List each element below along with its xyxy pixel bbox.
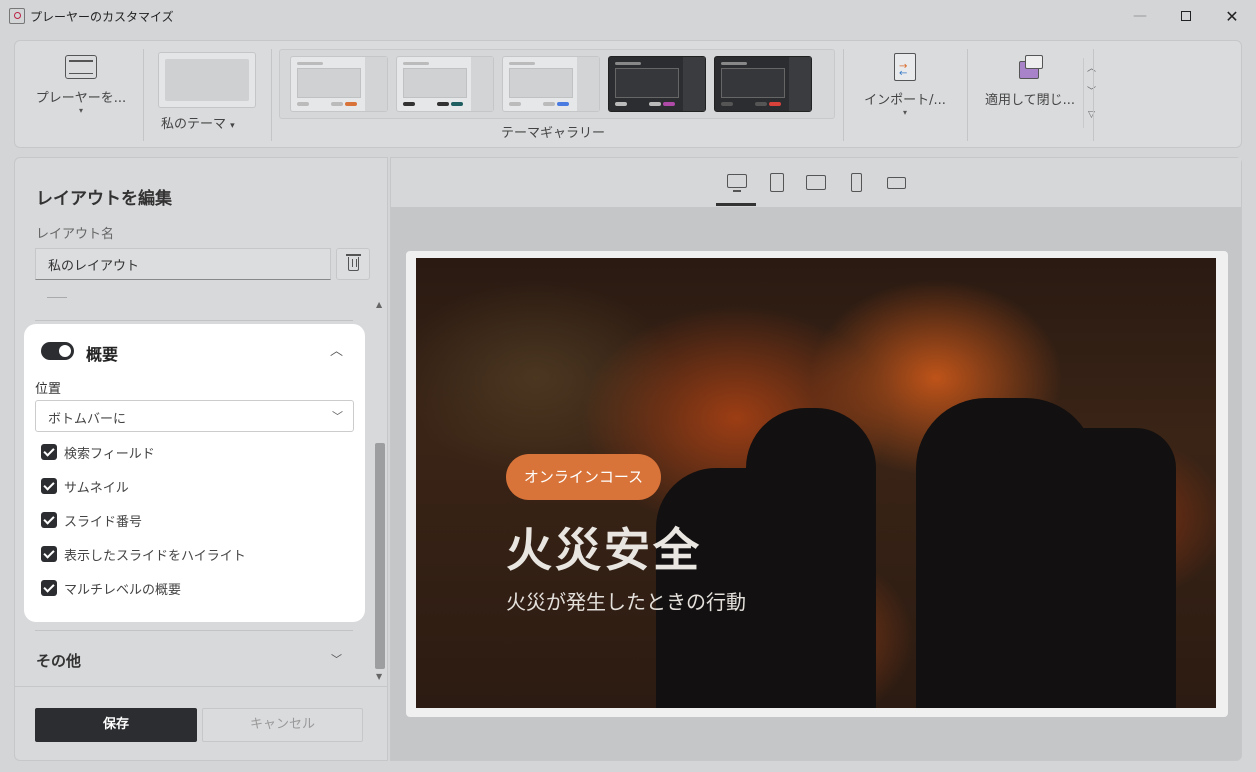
other-section-title[interactable]: その他 <box>36 650 81 671</box>
player-button-label: プレーヤーを... <box>35 91 127 106</box>
ribbon-separator <box>271 49 272 141</box>
app-icon <box>9 8 25 24</box>
phone-landscape-view-button[interactable] <box>884 172 910 194</box>
layout-name-label: レイアウト名 <box>36 227 115 242</box>
slide-preview-frame: オンラインコース 火災安全 火災が発生したときの行動 <box>406 251 1228 717</box>
trash-icon <box>346 254 361 271</box>
divider <box>35 320 353 321</box>
my-theme-label: 私のテーマ <box>161 117 227 132</box>
phone-portrait-view-button[interactable] <box>844 172 870 194</box>
checkbox[interactable] <box>41 478 57 494</box>
checkbox[interactable] <box>41 512 57 528</box>
phone-icon <box>851 173 862 192</box>
option-checkbox-row[interactable]: サムネイル <box>41 476 129 496</box>
apply-button-label: 適用して閉じ... <box>984 93 1075 108</box>
option-checkbox-row[interactable]: 検索フィールド <box>41 442 155 462</box>
apply-and-close-button[interactable]: 適用して閉じ... <box>979 53 1081 108</box>
theme-tile-4[interactable] <box>608 56 706 112</box>
divider <box>15 686 387 687</box>
theme-gallery: ︿ ﹀ ▽ <box>279 49 1096 128</box>
layout-name-input[interactable] <box>35 248 331 280</box>
my-theme-button[interactable]: 私のテーマ ▾ <box>161 113 235 132</box>
tablet-landscape-view-button[interactable] <box>804 172 830 194</box>
theme-tile-3[interactable] <box>502 56 600 112</box>
edit-layout-panel: レイアウトを編集 レイアウト名 概要 ︿ 位置 ボトムバーに ﹀ 検索フィールド… <box>14 157 388 761</box>
position-select[interactable]: ボトムバーに ﹀ <box>35 400 354 432</box>
chevron-down-icon: ▾ <box>230 121 235 131</box>
chevron-down-icon: ﹀ <box>332 410 343 423</box>
theme-gallery-label: テーマギャラリー <box>501 126 606 141</box>
option-label: サムネイル <box>64 480 129 496</box>
window-title: プレーヤーのカスタマイズ <box>30 10 174 24</box>
device-selector-bar <box>391 158 1241 207</box>
collapse-chevron-icon[interactable]: ︿ <box>330 340 343 359</box>
save-button[interactable]: 保存 <box>35 708 197 742</box>
import-export-icon: → ← <box>894 53 916 81</box>
gallery-scroll-down-button[interactable]: ﹀ <box>1084 81 1099 104</box>
gallery-more-button[interactable]: ▽ <box>1084 104 1099 127</box>
panel-scrollbar[interactable]: ▲ ▼ <box>374 298 386 688</box>
gallery-scroll-up-button[interactable]: ︿ <box>1084 58 1099 81</box>
maximize-button[interactable] <box>1166 4 1206 28</box>
ribbon-separator <box>143 49 144 141</box>
theme-tile-5[interactable] <box>714 56 812 112</box>
slide-preview: オンラインコース 火災安全 火災が発生したときの行動 <box>416 258 1216 708</box>
customize-player-window: プレーヤーのカスタマイズ — ✕ プレーヤーを... ▾ 私のテーマ ▾ ︿ ﹀… <box>0 0 1256 772</box>
option-label: 表示したスライドをハイライト <box>64 548 246 564</box>
expand-chevron-icon[interactable]: ﹀ <box>331 651 342 667</box>
minimize-button[interactable]: — <box>1120 4 1160 28</box>
option-checkbox-row[interactable]: スライド番号 <box>41 510 142 530</box>
option-label: スライド番号 <box>64 514 143 530</box>
checkbox[interactable] <box>41 546 57 562</box>
chevron-down-icon: ▾ <box>902 108 907 117</box>
apply-close-icon <box>1015 53 1045 81</box>
slide-subtitle: 火災が発生したときの行動 <box>506 590 746 614</box>
slide-title: 火災安全 <box>506 523 702 577</box>
ribbon-separator <box>1093 49 1094 141</box>
scroll-thumb[interactable] <box>375 443 385 669</box>
summary-title: 概要 <box>86 345 119 364</box>
ribbon-separator <box>967 49 968 141</box>
player-icon <box>65 55 97 79</box>
course-badge: オンラインコース <box>506 454 661 500</box>
divider <box>35 630 353 631</box>
summary-toggle[interactable] <box>41 342 74 360</box>
maximize-icon <box>1181 11 1191 21</box>
import-button[interactable]: → ← インポート/... ▾ <box>855 53 955 118</box>
player-button[interactable]: プレーヤーを... ▾ <box>29 53 133 123</box>
scroll-down-arrow-icon[interactable]: ▼ <box>376 672 382 681</box>
gallery-scroll: ︿ ﹀ ▽ <box>1083 58 1099 128</box>
title-bar: プレーヤーのカスタマイズ — ✕ <box>0 0 1256 32</box>
ribbon: プレーヤーを... ▾ 私のテーマ ▾ ︿ ﹀ ▽ テーマギャラリー → ← イン… <box>14 40 1242 148</box>
theme-tile-1[interactable] <box>290 56 388 112</box>
tablet-portrait-view-button[interactable] <box>764 172 790 194</box>
position-label: 位置 <box>35 382 62 397</box>
summary-section: 概要 ︿ 位置 ボトムバーに ﹀ 検索フィールド サムネイルスライド番号表示したス… <box>24 324 365 622</box>
theme-tile-2[interactable] <box>396 56 494 112</box>
option-checkbox-row[interactable]: 表示したスライドをハイライト <box>41 544 246 564</box>
delete-layout-button[interactable] <box>336 248 370 280</box>
position-select-value: ボトムバーに <box>48 412 127 427</box>
cancel-button[interactable]: キャンセル <box>202 708 363 742</box>
checkbox[interactable] <box>41 444 57 460</box>
checkbox[interactable] <box>41 580 57 596</box>
monitor-icon <box>727 174 747 188</box>
active-device-indicator <box>716 203 756 206</box>
chevron-down-icon: ▾ <box>78 106 83 115</box>
phone-landscape-icon <box>887 177 906 189</box>
tablet-icon <box>770 173 784 192</box>
preview-panel: オンラインコース 火災安全 火災が発生したときの行動 <box>390 157 1242 761</box>
option-label: マルチレベルの概要 <box>64 582 182 598</box>
option-label: 検索フィールド <box>64 446 155 462</box>
scroll-up-arrow-icon[interactable]: ▲ <box>376 300 382 309</box>
ribbon-separator <box>843 49 844 141</box>
close-button[interactable]: ✕ <box>1212 4 1252 28</box>
tablet-landscape-icon <box>806 175 826 190</box>
panel-title: レイアウトを編集 <box>36 189 172 209</box>
my-theme-tile[interactable] <box>158 52 256 108</box>
import-button-label: インポート/... <box>864 93 946 108</box>
option-checkbox-row[interactable]: マルチレベルの概要 <box>41 578 181 598</box>
divider <box>47 297 67 298</box>
desktop-view-button[interactable] <box>724 172 750 194</box>
